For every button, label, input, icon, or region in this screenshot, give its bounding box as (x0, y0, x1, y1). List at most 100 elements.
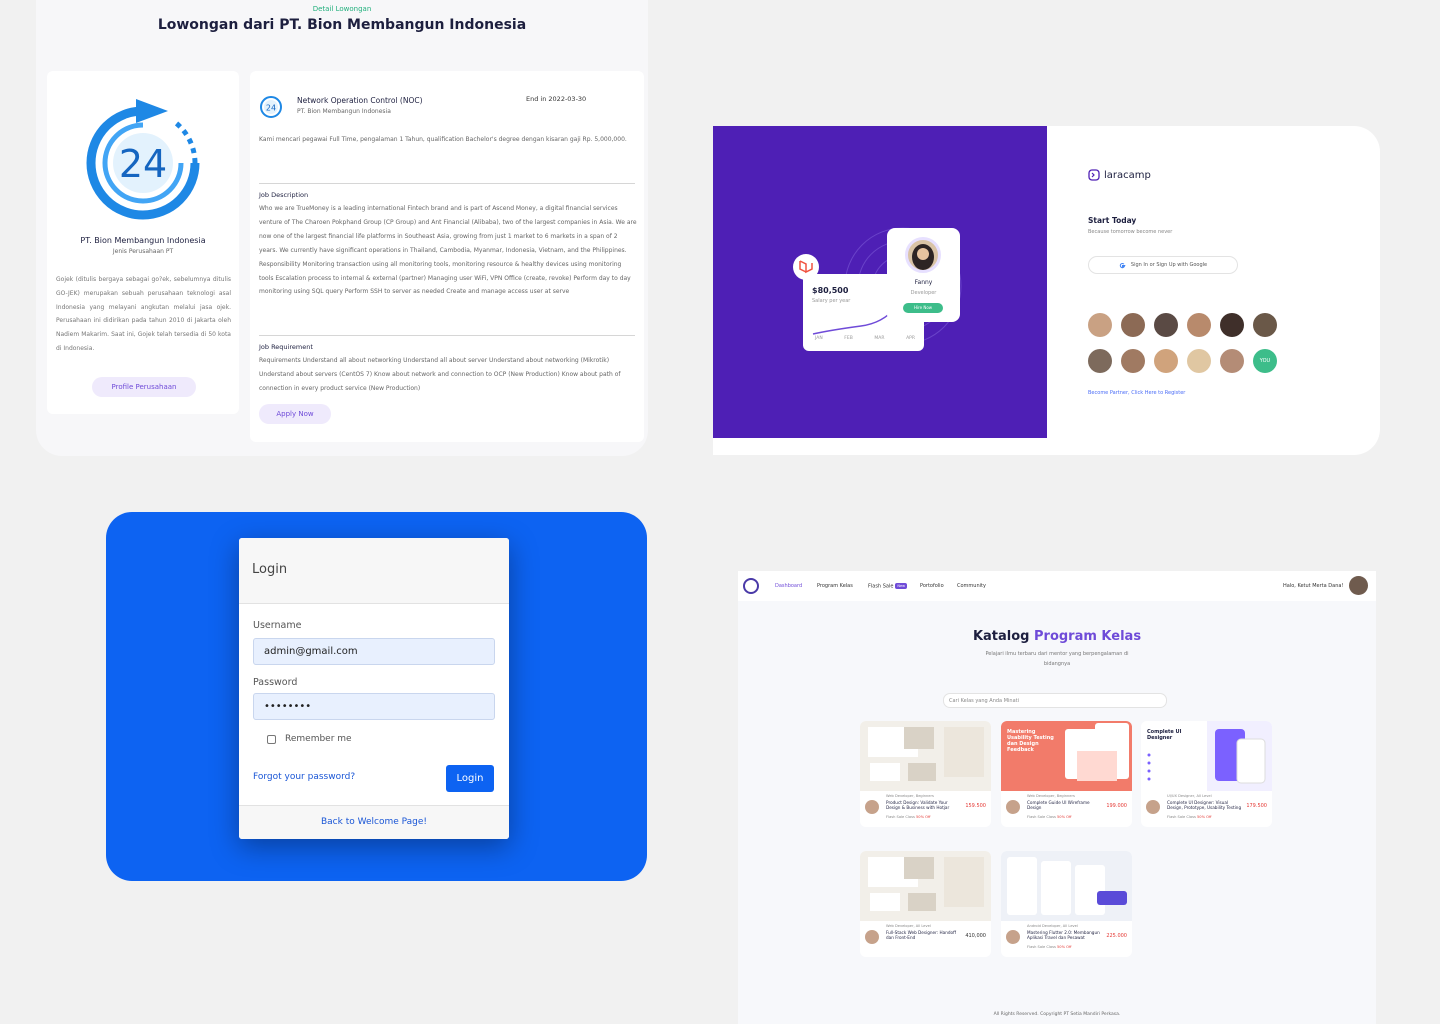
user-avatar[interactable] (1349, 576, 1368, 595)
nav-item-community[interactable]: Community (957, 583, 986, 589)
month-label: MAR (874, 336, 885, 341)
mentor-avatar (1154, 349, 1178, 373)
become-partner-link[interactable]: Become Partner, Click Here to Register (1088, 390, 1185, 396)
course-category: UI/UX Designer, All Level (1167, 794, 1212, 798)
nav-item-flash-sale[interactable]: Flash Sale New (868, 583, 908, 590)
course-thumbnail (860, 721, 991, 791)
mentor-avatar (1154, 313, 1178, 337)
heading-text: Katalog (972, 629, 1030, 644)
course-category: Android Developer, All Level (1027, 924, 1078, 928)
remember-me-checkbox[interactable] (267, 734, 276, 744)
course-card[interactable]: Web Developer, All Level Full-Stack Web D… (860, 851, 991, 957)
mentor-avatar (1121, 349, 1145, 373)
job-requirement-heading: Job Requirement (259, 343, 313, 351)
course-price: 179.500 (1246, 803, 1267, 809)
month-label: FEB (844, 336, 853, 341)
company-name: PT. Bion Membangun Indonesia (80, 236, 206, 245)
login-button[interactable]: Login (446, 765, 494, 792)
heading-highlight: Program Kelas (1034, 629, 1142, 644)
course-thumbnail (860, 851, 991, 921)
developer-profile-card: Fanny Developer Hire Now (887, 228, 960, 322)
back-to-welcome-link[interactable]: Back to Welcome Page! (239, 805, 509, 839)
discount-label: 50% Off (1057, 815, 1072, 819)
username-input[interactable]: admin@gmail.com (253, 638, 495, 665)
katalog-heading: Katalog Program Kelas (738, 629, 1376, 644)
flash-sale-note: Flash Sale Class 50% Off (1027, 815, 1071, 819)
apply-now-button[interactable]: Apply Now (259, 404, 331, 424)
course-card[interactable]: Android Developer, All Level Mastering Fl… (1001, 851, 1132, 957)
salary-months: JAN FEB MAR APR (815, 336, 915, 341)
course-card[interactable]: Mastering Usability Testing dan Design F… (1001, 721, 1132, 827)
course-price: 410,000 (965, 933, 986, 939)
nav-item-label: Flash Sale (868, 583, 894, 590)
site-logo-icon[interactable] (743, 578, 759, 594)
company-type: Jenis Perusahaan PT (112, 248, 174, 255)
job-summary: Kami mencari pegawai Full Time, pengalam… (259, 136, 627, 143)
login-panel: Login Username admin@gmail.com Password … (106, 512, 647, 881)
course-search-input[interactable]: Cari Kelas yang Anda Minati (943, 693, 1167, 708)
discount-label: 50% Off (1057, 945, 1072, 949)
month-label: APR (906, 336, 915, 341)
course-title: Mastering Flutter 2.0: Membangun Aplikas… (1027, 930, 1100, 940)
start-title: Start Today (1088, 216, 1137, 225)
course-price: 225.000 (1106, 933, 1127, 939)
flash-sale-label: Flash Sale Class (1027, 815, 1056, 819)
flash-sale-label: Flash Sale Class (1027, 945, 1056, 949)
month-label: JAN (815, 336, 823, 341)
course-card[interactable]: Complete UI Designer UI/UX Designer, All … (1141, 721, 1272, 827)
top-navbar: Dashboard Program Kelas Flash Sale New Po… (738, 571, 1376, 601)
discount-label: 50% Off (1197, 815, 1212, 819)
company-card: 24 PT. Bion Membangun Indonesia Jenis Pe… (47, 71, 239, 414)
course-category: Web Developer, All Level (886, 924, 931, 928)
company-profile-button[interactable]: Profile Perusahaan (92, 377, 196, 397)
job-requirement-text: Requirements Understand all about networ… (259, 357, 621, 392)
svg-text:24: 24 (266, 104, 276, 113)
developer-role: Developer (910, 290, 937, 296)
google-icon (1119, 262, 1126, 268)
remember-me-label: Remember me (285, 734, 352, 744)
hero-illustration: $80,500 Salary per year JAN FEB MAR APR … (713, 126, 1047, 438)
login-card: Login Username admin@gmail.com Password … (239, 538, 509, 839)
developer-name: Fanny (914, 279, 933, 286)
mentor-avatar (1187, 313, 1211, 337)
course-price: 199.000 (1106, 803, 1127, 809)
forgot-password-link[interactable]: Forgot your password? (253, 772, 355, 782)
company-logo-icon: 24 (260, 96, 282, 118)
mentor-avatar (865, 930, 879, 944)
nav-item-program-kelas[interactable]: Program Kelas (817, 583, 853, 589)
google-signin-button[interactable]: Sign In or Sign Up with Google (1088, 256, 1238, 274)
password-label: Password (253, 677, 298, 688)
google-button-label: Sign In or Sign Up with Google (1130, 262, 1208, 268)
course-category: Web Developer, Beginners (886, 794, 934, 798)
job-card: 24 Network Operation Control (NOC) PT. B… (250, 71, 644, 442)
password-input[interactable]: •••••••• (253, 693, 495, 720)
new-badge: New (895, 583, 908, 589)
laracamp-icon (1088, 169, 1100, 181)
flash-sale-note: Flash Sale Class 50% Off (886, 815, 930, 819)
brand-name: laracamp (1104, 169, 1151, 181)
mentor-avatar (1220, 313, 1244, 337)
mentor-avatar (1253, 313, 1277, 337)
hire-now-button[interactable]: Hire Now (903, 303, 943, 313)
laravel-icon (793, 254, 819, 280)
svg-text:24: 24 (119, 142, 167, 186)
course-title: Product Design: Validate Your Design & B… (886, 800, 950, 810)
mentor-avatar (1006, 930, 1020, 944)
course-title: Complete Guide UI Wireframe Design (1027, 800, 1090, 810)
flash-sale-label: Flash Sale Class (886, 815, 915, 819)
course-title: Complete UI Designer: Visual Design, Pro… (1167, 800, 1242, 810)
mentor-avatar (1088, 313, 1112, 337)
course-thumbnail-text: Complete UI Designer (1147, 729, 1182, 741)
page-title: Lowongan dari PT. Bion Membangun Indones… (157, 17, 527, 33)
course-card[interactable]: Web Developer, Beginners Product Design: … (860, 721, 991, 827)
course-title: Full-Stack Web Designer: Handoff dan Fro… (886, 930, 956, 940)
mentor-avatar (1006, 800, 1020, 814)
mentor-avatar-grid: YOU (1088, 313, 1277, 373)
you-avatar: YOU (1253, 349, 1277, 373)
avatar (905, 237, 941, 273)
nav-item-portofolio[interactable]: Portofolio (920, 583, 944, 589)
nav-item-dashboard[interactable]: Dashboard (775, 583, 802, 589)
job-company: PT. Bion Membangun Indonesia (297, 108, 391, 115)
mentor-avatar (1187, 349, 1211, 373)
divider (259, 183, 635, 184)
